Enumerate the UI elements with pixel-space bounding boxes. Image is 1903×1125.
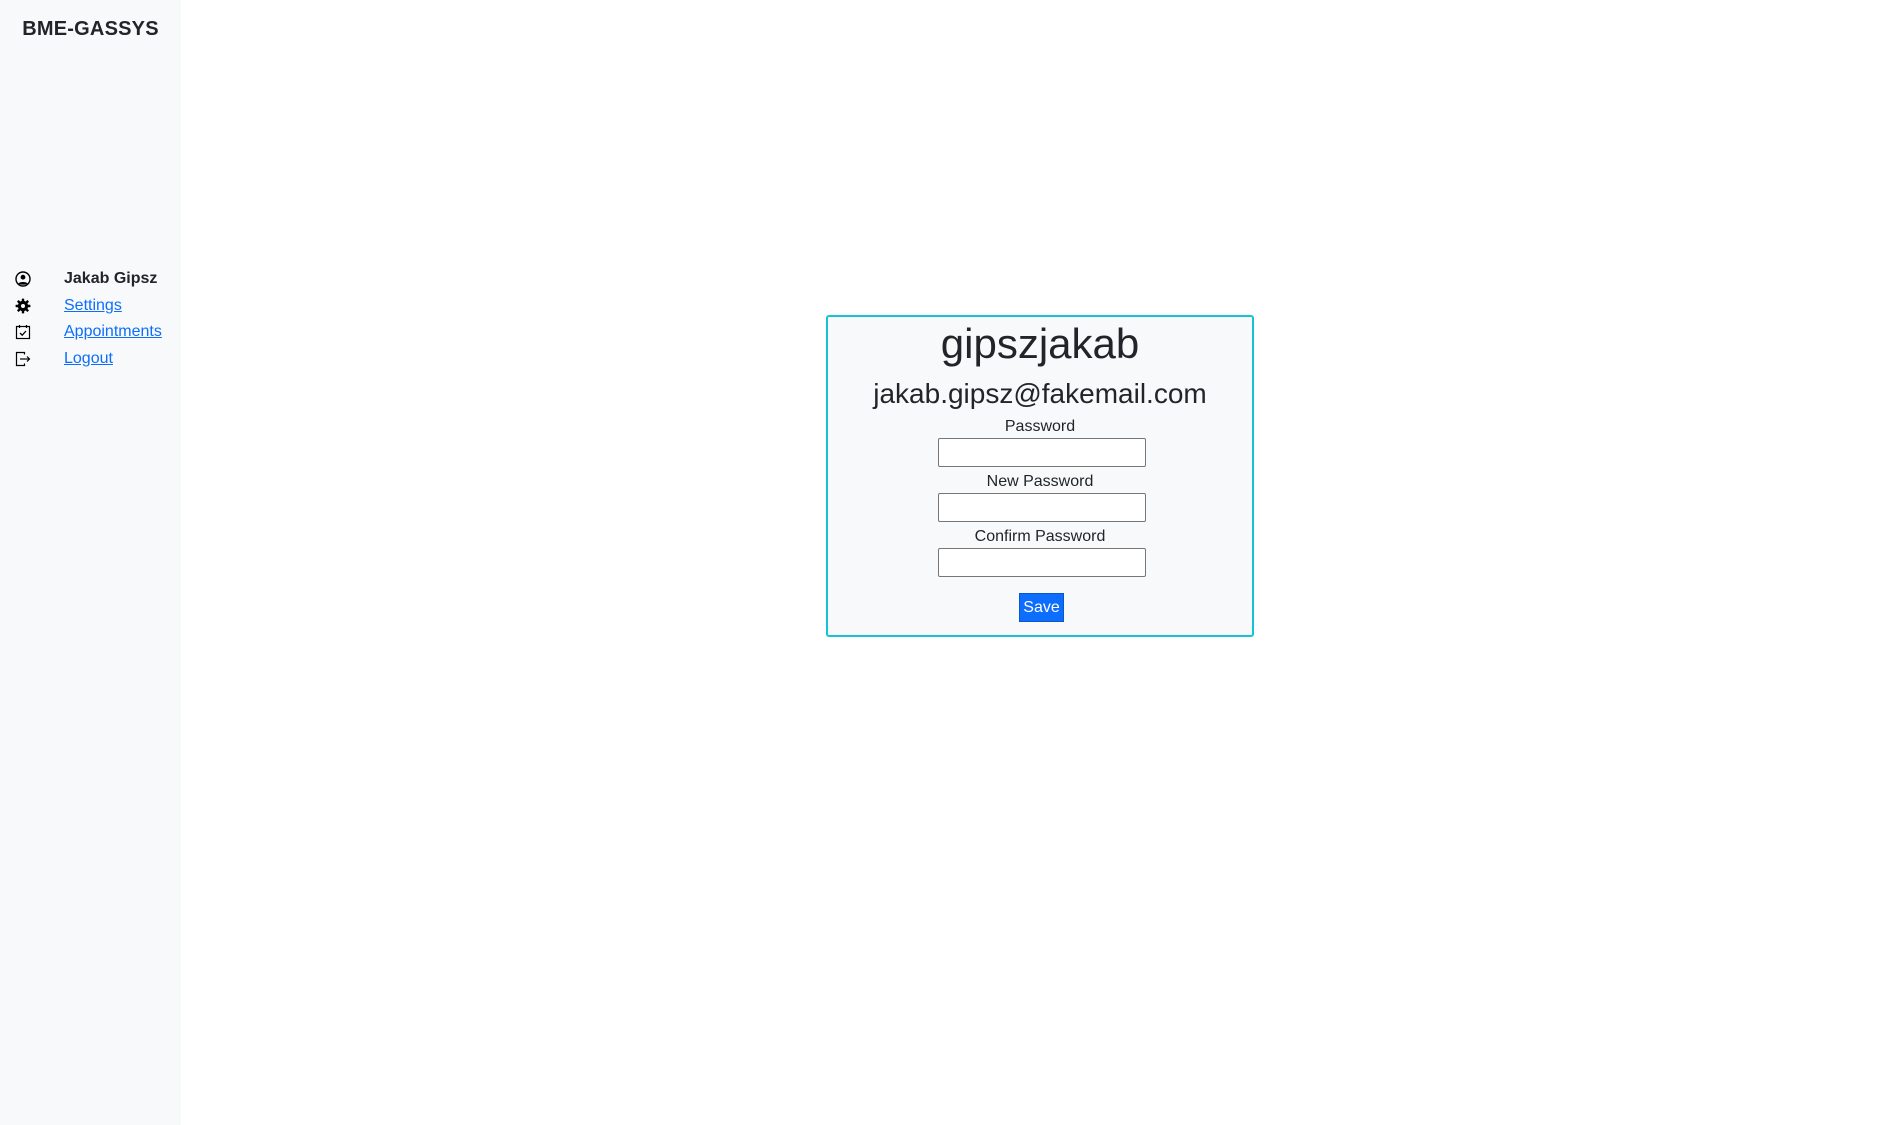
new-password-label: New Password — [986, 473, 1094, 490]
sidebar-item-logout[interactable]: Logout — [14, 346, 113, 373]
brand-title: BME-GASSYS — [22, 18, 159, 40]
sidebar-user-name: Jakab Gipsz — [64, 270, 158, 288]
gear-icon — [14, 297, 32, 315]
profile-card: gipszjakab jakab.gipsz@fakemail.com Pass… — [826, 315, 1254, 637]
profile-username: gipszjakab — [940, 320, 1140, 367]
sidebar-item-settings[interactable]: Settings — [14, 293, 122, 320]
sidebar-item-appointments[interactable]: Appointments — [14, 319, 162, 346]
confirm-password-label: Confirm Password — [974, 528, 1106, 545]
sidebar-item-appointments-label[interactable]: Appointments — [64, 323, 162, 341]
save-button[interactable]: Save — [1019, 593, 1064, 622]
confirm-password-field[interactable] — [938, 548, 1146, 577]
user-circle-icon — [14, 270, 32, 288]
sidebar-item-logout-label[interactable]: Logout — [64, 350, 113, 368]
password-label: Password — [1004, 418, 1076, 435]
calendar-check-icon — [14, 323, 32, 341]
profile-email: jakab.gipsz@fakemail.com — [873, 378, 1207, 409]
password-field[interactable] — [938, 438, 1146, 467]
sidebar-item-settings-label[interactable]: Settings — [64, 297, 122, 315]
sidebar: BME-GASSYS Jakab Gipsz Settings Appointm… — [0, 0, 181, 1125]
sidebar-nav: Jakab Gipsz Settings Appointments Logout — [14, 266, 162, 373]
sidebar-user: Jakab Gipsz — [14, 266, 157, 293]
new-password-field[interactable] — [938, 493, 1146, 522]
logout-icon — [14, 350, 32, 368]
